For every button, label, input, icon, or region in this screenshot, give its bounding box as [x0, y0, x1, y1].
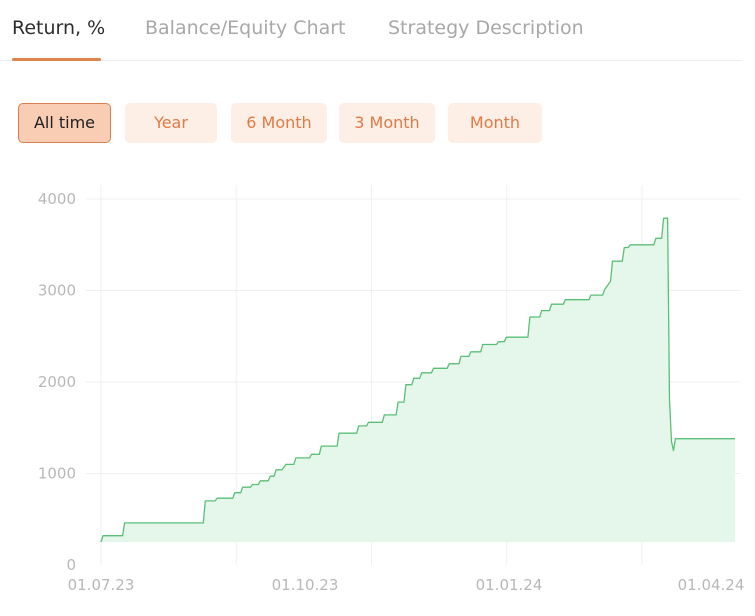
tab-divider — [0, 60, 742, 61]
period-3-month-button[interactable]: 3 Month — [339, 103, 435, 143]
y-tick-label: 1000 — [38, 465, 76, 483]
tab-bar: Return, % Balance/Equity Chart Strategy … — [0, 0, 755, 62]
y-tick-label: 2000 — [38, 373, 76, 391]
x-tick-label: 01.10.23 — [272, 576, 339, 594]
y-tick-label: 4000 — [38, 190, 76, 208]
tab-balance-equity-chart[interactable]: Balance/Equity Chart — [145, 16, 346, 40]
tab-strategy-description[interactable]: Strategy Description — [388, 16, 584, 40]
period-6-month-button[interactable]: 6 Month — [231, 103, 327, 143]
chart-area — [100, 217, 736, 543]
y-axis-ticks: 0 1000 2000 3000 4000 — [38, 190, 76, 574]
x-tick-label: 01.07.23 — [68, 576, 135, 594]
x-axis-ticks: 01.07.23 01.10.23 01.01.24 01.04.24 — [68, 576, 745, 594]
y-tick-label: 3000 — [38, 282, 76, 300]
return-chart-svg: 0 1000 2000 3000 4000 01.07.23 01.10.23 01.01.… — [38, 185, 745, 594]
active-tab-indicator — [12, 58, 101, 61]
return-area-fill — [101, 218, 735, 543]
period-month-button[interactable]: Month — [448, 103, 542, 143]
x-tick-label: 01.04.24 — [678, 576, 745, 594]
period-all-time-button[interactable]: All time — [18, 103, 111, 143]
return-chart: 0 1000 2000 3000 4000 01.07.23 01.10.23 01.01.… — [0, 170, 755, 616]
period-year-button[interactable]: Year — [125, 103, 217, 143]
tab-return[interactable]: Return, % — [12, 16, 105, 40]
y-tick-label: 0 — [66, 556, 76, 574]
x-tick-label: 01.01.24 — [476, 576, 543, 594]
